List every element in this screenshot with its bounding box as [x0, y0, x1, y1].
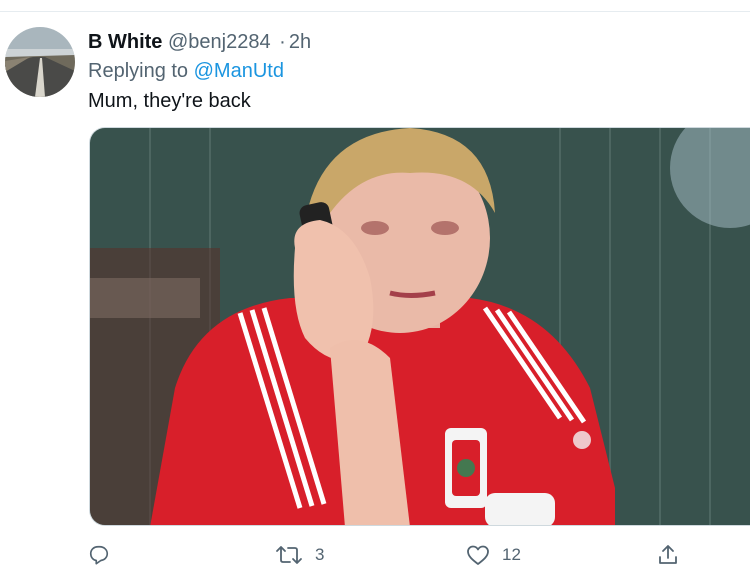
timestamp[interactable]: 2h: [289, 31, 311, 53]
tweet-photo[interactable]: [89, 127, 750, 526]
avatar-image: [5, 27, 75, 97]
tweet-page: B White @benj2284 · 2h Replying to @ManUt…: [0, 0, 750, 582]
replying-to-label: Replying to: [88, 60, 189, 82]
share-button[interactable]: [656, 538, 680, 572]
mention-link[interactable]: @ManUtd: [194, 60, 284, 82]
tweet-text: Mum, they're back: [88, 90, 251, 112]
retweet-count: 3: [315, 545, 325, 564]
avatar[interactable]: [5, 27, 75, 97]
heart-icon: [467, 545, 489, 565]
reply-button[interactable]: [88, 538, 122, 572]
like-count: 12: [502, 545, 521, 564]
retweet-icon: [276, 546, 302, 564]
tweet-actions: 3 12: [0, 538, 750, 572]
retweet-button[interactable]: 3: [275, 538, 324, 572]
reply-icon: [89, 545, 109, 565]
user-handle[interactable]: @benj2284: [168, 31, 271, 53]
share-icon: [659, 545, 677, 564]
divider: [0, 11, 750, 12]
like-button[interactable]: 12: [466, 538, 521, 572]
tweet-header: B White @benj2284 · 2h: [88, 30, 311, 54]
display-name[interactable]: B White: [88, 31, 162, 53]
separator-dot: ·: [279, 31, 286, 53]
replying-to-line: Replying to @ManUtd: [88, 59, 284, 83]
photo-image: [90, 128, 750, 525]
